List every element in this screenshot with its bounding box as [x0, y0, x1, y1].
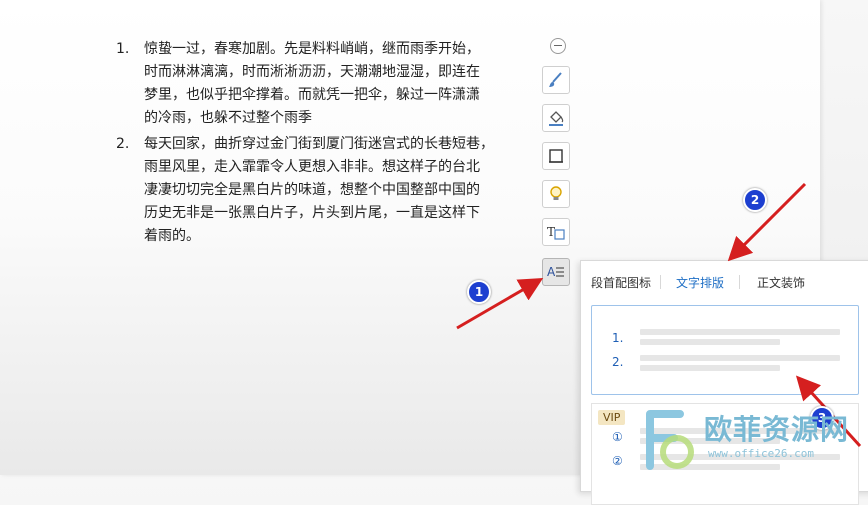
watermark-url: www.office26.com — [708, 447, 814, 460]
annotation-badge-1: 1 — [467, 280, 491, 304]
annotation-badge-2: 2 — [743, 188, 767, 212]
watermark-logo-icon — [646, 410, 694, 470]
watermark: 欧菲资源网 www.office26.com — [628, 402, 868, 475]
watermark-title: 欧菲资源网 — [704, 413, 850, 446]
